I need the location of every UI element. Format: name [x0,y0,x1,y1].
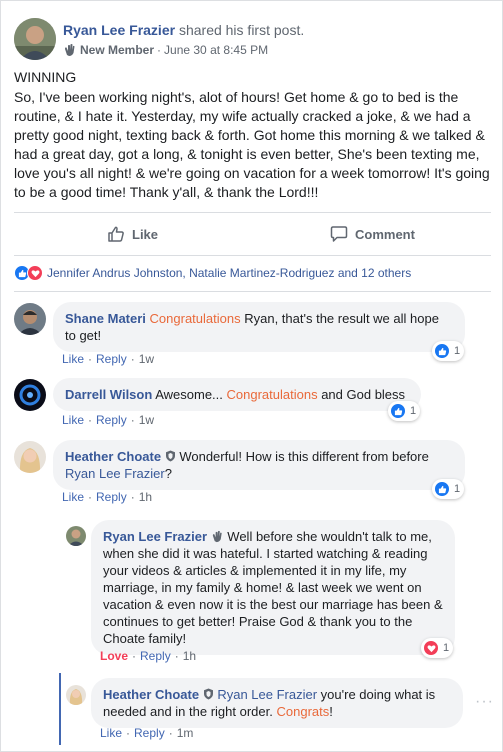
member-badge: New Member [80,43,155,57]
post-timestamp[interactable]: June 30 at 8:45 PM [164,43,268,57]
post-body: So, I've been working night's, alot of h… [14,89,490,201]
post-meta: New Member · June 30 at 8:45 PM [63,43,268,57]
replier-avatar[interactable] [66,526,86,546]
thread-indicator [59,673,61,745]
comment-bubble: Darrell Wilson Awesome... Congratulation… [53,378,421,411]
like-thumb-icon [107,225,125,243]
comment-bubble: Heather Choate Wonderful! How is this di… [53,440,465,490]
new-member-wave-icon [211,530,224,543]
comment-label: Comment [355,226,415,242]
comment-text: and God bless [321,387,406,402]
comment-like-link[interactable]: Like [62,413,84,427]
commenter-avatar[interactable] [14,303,46,335]
mentioned-user[interactable]: Ryan Lee Frazier [217,687,317,702]
reactions-summary[interactable]: Jennifer Andrus Johnston, Natalie Martin… [14,265,411,281]
reaction-count-value: 1 [410,405,417,417]
love-reaction-icon [423,640,439,656]
reply-reply-link[interactable]: Reply [134,726,165,740]
reaction-count[interactable]: 1 [421,638,454,658]
replier-name[interactable]: Heather Choate [103,687,199,702]
comment-reply-link[interactable]: Reply [96,490,127,504]
comment-bubble-icon [330,225,348,243]
separator: · [174,649,179,663]
more-options-icon[interactable]: ··· [475,693,494,711]
reply-text-end: ! [329,704,333,719]
reaction-count[interactable]: 1 [388,401,421,421]
separator: · [168,726,173,740]
comment-time[interactable]: 1w [139,413,154,427]
mentioned-user[interactable]: Ryan Lee Frazier [65,466,165,481]
reaction-count[interactable]: 1 [432,479,465,499]
replier-name[interactable]: Ryan Lee Frazier [103,529,207,544]
divider [14,291,491,292]
reaction-count[interactable]: 1 [432,341,465,361]
reply-time[interactable]: 1m [177,726,194,740]
reply-time[interactable]: 1h [183,649,196,663]
comment-time[interactable]: 1h [139,490,152,504]
comment-reply-link[interactable]: Reply [96,413,127,427]
separator: · [130,352,135,366]
comment-button[interactable]: Comment [330,224,415,244]
comment-keyword: Congratulations [226,387,318,402]
separator: · [88,490,93,504]
like-label: Like [132,226,159,242]
commenter-name[interactable]: Heather Choate [65,449,161,464]
post-title: WINNING [14,69,77,85]
admin-shield-icon [203,688,214,700]
separator: · [130,413,135,427]
separator: · [130,490,135,504]
separator: · [126,726,131,740]
admin-shield-icon [165,450,176,462]
reply-love-link[interactable]: Love [100,649,128,663]
commenter-avatar[interactable] [14,379,46,411]
reply-like-link[interactable]: Like [100,726,122,740]
reply-keyword: Congrats [276,704,330,719]
comment-like-link[interactable]: Like [62,490,84,504]
commenter-name[interactable]: Darrell Wilson [65,387,152,402]
comment-text-end: ? [164,466,172,481]
reactions-names[interactable]: Jennifer Andrus Johnston, Natalie Martin… [47,266,411,280]
reaction-count-value: 1 [454,483,461,495]
like-reaction-icon [390,403,406,419]
reply-actions: Love · Reply · 1h [100,649,196,663]
author-avatar[interactable] [14,18,56,60]
comment-actions: Like · Reply · 1w [62,352,154,366]
separator: · [88,352,93,366]
new-member-wave-icon [63,43,77,57]
commenter-avatar[interactable] [14,441,46,473]
post-card: Ryan Lee Frazier shared his first post. … [0,0,503,752]
comment-like-link[interactable]: Like [62,352,84,366]
comment-text: Wonderful! How is this different from be… [179,449,429,464]
reaction-count-value: 1 [443,642,450,654]
comment-actions: Like · Reply · 1w [62,413,154,427]
reply-bubble: Ryan Lee Frazier Well before she wouldn'… [91,520,455,655]
reply-bubble: Heather Choate Ryan Lee Frazier you're d… [91,678,463,728]
love-reaction-icon [27,265,43,281]
author-name[interactable]: Ryan Lee Frazier [63,22,175,38]
post-action-text: shared his first post. [178,22,305,38]
comment-time[interactable]: 1w [139,352,154,366]
separator: · [132,649,137,663]
replier-avatar[interactable] [66,685,86,705]
like-reaction-icon [434,343,450,359]
commenter-name[interactable]: Shane Materi [65,311,146,326]
reply-actions: Like · Reply · 1m [100,726,193,740]
reaction-count-value: 1 [454,345,461,357]
divider [14,255,491,256]
comment-actions: Like · Reply · 1h [62,490,152,504]
post-header-line: Ryan Lee Frazier shared his first post. [63,22,304,38]
divider [14,212,491,213]
comment-reply-link[interactable]: Reply [96,352,127,366]
reply-text: Well before she wouldn't talk to me, whe… [103,529,443,646]
comment-bubble: Shane Materi Congratulations Ryan, that'… [53,302,465,352]
separator: · [88,413,93,427]
meta-separator: · [157,43,162,57]
reply-reply-link[interactable]: Reply [140,649,171,663]
like-reaction-icon [434,481,450,497]
comment-keyword: Congratulations [149,311,241,326]
comment-text-pre: Awesome... [155,387,223,402]
like-button[interactable]: Like [107,224,158,244]
